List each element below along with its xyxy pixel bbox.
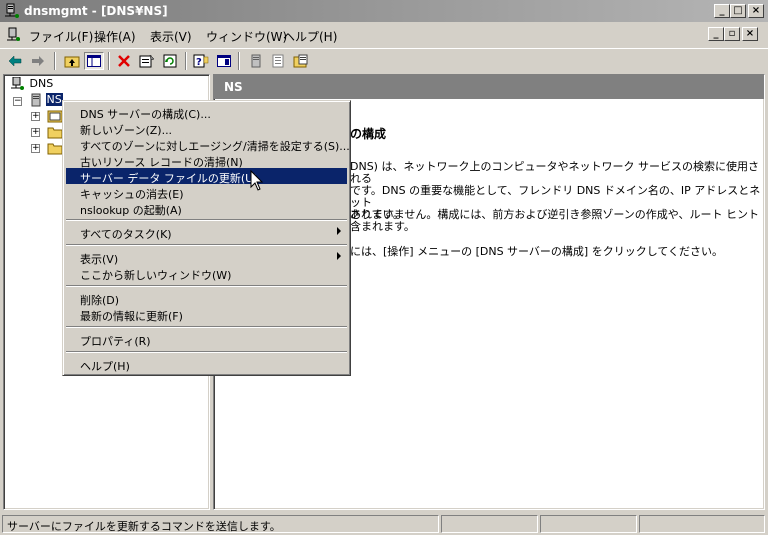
expand-toggle[interactable]: + xyxy=(31,112,40,121)
content-paragraph-2: されていません。構成には、前方および逆引き参照ゾーンの作成や、ルート ヒント 含… xyxy=(350,209,759,233)
text-line: DNS) は、ネットワーク上のコンピュータやネットワーク サービスの検索に使用さ… xyxy=(350,160,759,185)
zone-icon xyxy=(293,54,308,68)
server-button[interactable] xyxy=(246,52,266,70)
close-button[interactable]: × xyxy=(748,4,764,18)
toolbar: ? xyxy=(0,48,768,72)
svg-text:?: ? xyxy=(196,57,202,68)
mouse-pointer-icon xyxy=(250,170,264,191)
maximize-button[interactable]: □ xyxy=(730,4,746,18)
back-arrow-icon xyxy=(8,55,22,67)
ctx-refresh[interactable]: 最新の情報に更新(F) xyxy=(66,306,347,323)
ctx-view[interactable]: 表示(V) xyxy=(66,249,347,266)
up-one-level-button[interactable] xyxy=(62,52,82,70)
help-button[interactable]: ? xyxy=(191,52,211,70)
folder-icon xyxy=(47,127,63,139)
folder-icon xyxy=(47,143,63,155)
tree-item-dns-root[interactable]: DNS xyxy=(10,76,54,91)
tree-label-dns: DNS xyxy=(29,77,54,90)
ctx-set-aging-scavenging[interactable]: すべてのゾーンに対しエージング/清掃を設定する(S)... xyxy=(66,136,350,153)
list-icon xyxy=(272,54,284,68)
properties-icon xyxy=(139,54,155,68)
tree-item-server-ns[interactable]: NS xyxy=(30,93,63,107)
back-button[interactable] xyxy=(5,52,25,70)
toolbar-separator xyxy=(54,52,56,70)
window-title: dnsmgmt - [DNS¥NS] xyxy=(24,4,168,18)
ctx-help[interactable]: ヘルプ(H) xyxy=(66,356,347,373)
server-icon xyxy=(251,54,261,68)
text-line: です。DNS の重要な機能として、フレンドリ DNS ドメイン名の、IP アドレ… xyxy=(350,184,761,209)
menu-action[interactable]: 操作(A) xyxy=(94,28,136,45)
ctx-configure-dns-server[interactable]: DNS サーバーの構成(C)... xyxy=(66,104,347,121)
status-panel-4 xyxy=(639,515,765,533)
help-icon: ? xyxy=(193,54,209,68)
content-heading: の構成 xyxy=(350,127,387,141)
ctx-all-tasks[interactable]: すべてのタスク(K) xyxy=(66,224,347,241)
action-pane-icon xyxy=(217,55,231,67)
refresh-icon xyxy=(163,54,177,68)
delete-button[interactable] xyxy=(114,52,134,70)
submenu-arrow-icon xyxy=(337,252,341,260)
server-node-icon xyxy=(31,93,41,107)
mdi-restore-button[interactable]: ▫ xyxy=(724,27,740,41)
show-hide-tree-icon xyxy=(87,55,101,67)
menu-help[interactable]: ヘルプ(H) xyxy=(283,28,337,45)
toolbar-separator xyxy=(108,52,110,70)
status-panel-2 xyxy=(441,515,538,533)
forward-arrow-icon xyxy=(32,56,44,66)
status-message: サーバーにファイルを更新するコマンドを送信します。 xyxy=(2,515,439,533)
expand-toggle[interactable]: + xyxy=(31,144,40,153)
mdi-close-button[interactable]: × xyxy=(742,27,758,41)
properties-button[interactable] xyxy=(137,52,157,70)
ctx-scavenge-stale-records[interactable]: 古いリソース レコードの清掃(N) xyxy=(66,152,347,169)
status-panel-3 xyxy=(540,515,637,533)
submenu-arrow-icon xyxy=(337,227,341,235)
context-menu: DNS サーバーの構成(C)... 新しいゾーン(Z)... すべてのゾーンに対… xyxy=(62,100,351,376)
toolbar-separator xyxy=(238,52,240,70)
menu-separator xyxy=(66,285,347,287)
action-pane-button[interactable] xyxy=(214,52,234,70)
menu-bar: ファイル(F) 操作(A) 表示(V) ウィンドウ(W) ヘルプ(H) xyxy=(0,24,768,46)
up-folder-icon xyxy=(64,56,80,68)
details-header: NS xyxy=(214,75,764,99)
tree-item-child-2[interactable] xyxy=(47,125,63,139)
menu-window[interactable]: ウィンドウ(W) xyxy=(206,28,287,45)
expand-toggle[interactable]: + xyxy=(31,128,40,137)
show-hide-tree-button[interactable] xyxy=(84,52,104,70)
minimize-button[interactable]: _ xyxy=(714,4,730,18)
ctx-clear-cache[interactable]: キャッシュの消去(E) xyxy=(66,184,347,201)
title-bar[interactable]: dnsmgmt - [DNS¥NS] _ □ × xyxy=(0,0,768,22)
text-line: 含まれます。 xyxy=(350,220,415,233)
dns-app-icon xyxy=(5,3,19,18)
text-line: には、[操作] メニューの [DNS サーバーの構成] をクリックしてください。 xyxy=(350,245,724,258)
menu-separator xyxy=(66,244,347,246)
content-paragraph-3: には、[操作] メニューの [DNS サーバーの構成] をクリックしてください。 xyxy=(350,246,723,258)
mmc-document-icon[interactable] xyxy=(6,27,22,43)
tree-label-ns: NS xyxy=(45,93,63,106)
list-button[interactable] xyxy=(268,52,288,70)
menu-separator xyxy=(66,219,347,221)
reverse-lookup-zone-icon xyxy=(47,110,63,123)
tree-item-child-3[interactable] xyxy=(47,141,63,155)
menu-view[interactable]: 表示(V) xyxy=(150,28,192,45)
refresh-button[interactable] xyxy=(160,52,180,70)
menu-separator xyxy=(66,351,347,353)
dns-root-icon xyxy=(11,76,24,90)
toolbar-separator xyxy=(185,52,187,70)
menu-separator xyxy=(66,326,347,328)
ctx-new-zone[interactable]: 新しいゾーン(Z)... xyxy=(66,120,347,137)
ctx-new-window-from-here[interactable]: ここから新しいウィンドウ(W) xyxy=(66,265,347,282)
delete-icon xyxy=(118,55,130,67)
collapse-toggle[interactable]: − xyxy=(13,97,22,106)
ctx-properties[interactable]: プロパティ(R) xyxy=(66,331,347,348)
ctx-launch-nslookup[interactable]: nslookup の起動(A) xyxy=(66,200,347,217)
ctx-delete[interactable]: 削除(D) xyxy=(66,290,347,307)
forward-button[interactable] xyxy=(28,52,48,70)
mdi-minimize-button[interactable]: _ xyxy=(708,27,724,41)
status-bar: サーバーにファイルを更新するコマンドを送信します。 xyxy=(0,513,768,535)
ctx-all-tasks-label: すべてのタスク(K) xyxy=(80,228,172,241)
ctx-update-server-data-files[interactable]: サーバー データ ファイルの更新(U) xyxy=(66,168,347,185)
zone-button[interactable] xyxy=(291,52,311,70)
menu-file[interactable]: ファイル(F) xyxy=(29,28,93,45)
